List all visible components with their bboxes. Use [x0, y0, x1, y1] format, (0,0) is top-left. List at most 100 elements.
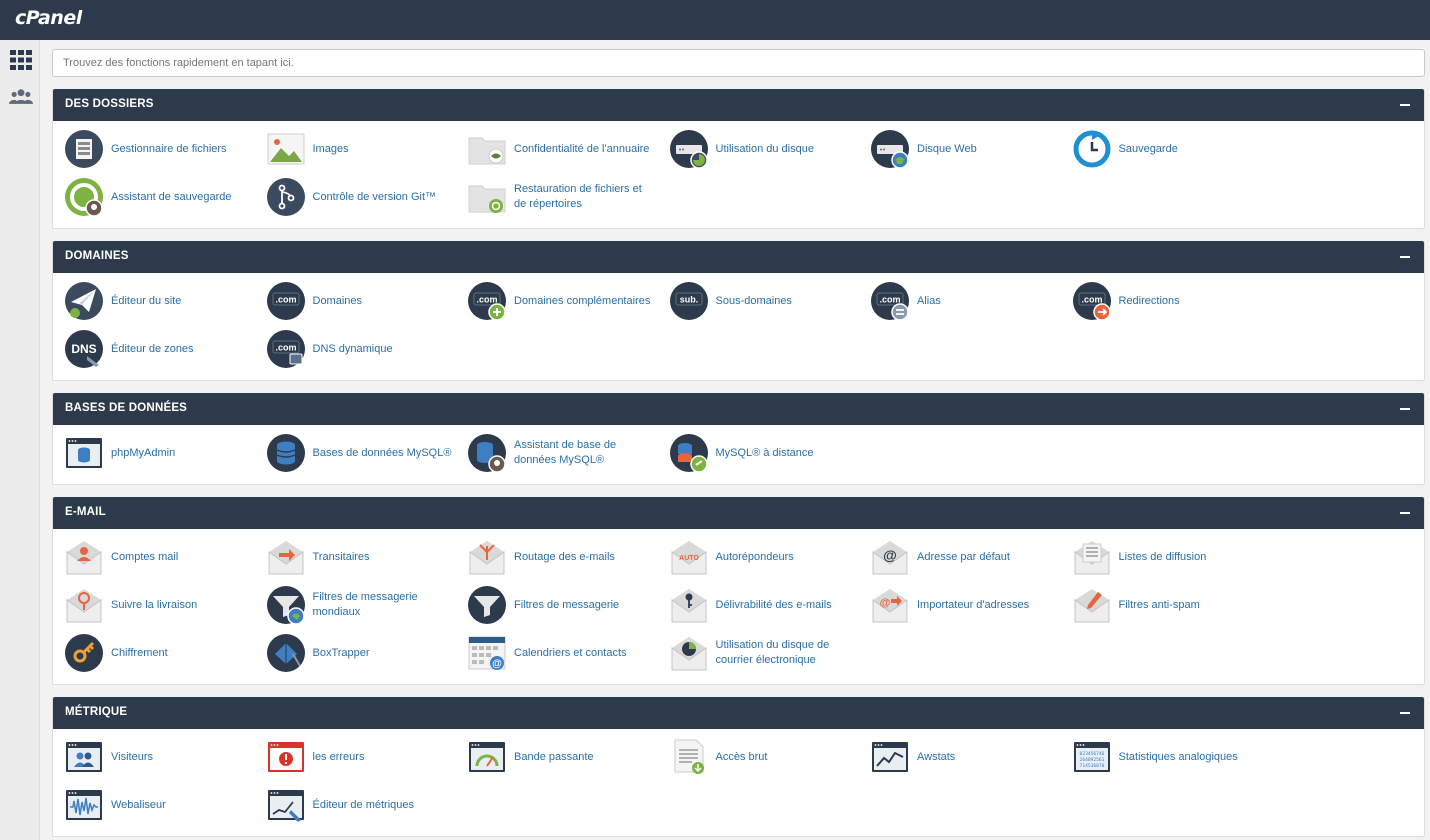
app-item-label: Disque Web — [917, 142, 977, 155]
mailing-lists-icon — [1074, 541, 1109, 575]
app-item-label: Domaines complémentaires — [514, 294, 651, 307]
app-item-label: les erreurs — [312, 750, 365, 763]
app-item-label: Filtres anti-spam — [1118, 598, 1200, 611]
collapse-icon[interactable] — [1400, 712, 1410, 714]
app-item[interactable]: AUTO Autorépondeurs — [658, 537, 858, 577]
app-item-label: BoxTrapper — [312, 646, 370, 659]
app-item[interactable]: Routage des e-mails — [456, 537, 656, 577]
app-item[interactable]: @ Adresse par défaut — [859, 537, 1059, 577]
svg-text:.com: .com — [1081, 295, 1102, 305]
app-item[interactable]: les erreurs — [255, 737, 455, 777]
file-restore-icon — [468, 185, 506, 213]
app-item[interactable]: .com Redirections — [1061, 281, 1261, 321]
disk-usage-icon — [669, 130, 708, 168]
app-item[interactable]: Filtres de messagerie mondiaux — [255, 585, 455, 625]
app-item[interactable]: Chiffrement — [53, 633, 253, 673]
site-publisher-icon — [65, 282, 103, 320]
app-item[interactable]: Confidentialité de l'annuaire — [456, 129, 656, 169]
section-header[interactable]: BASES DE DONNÉES — [53, 393, 1424, 425]
email-disk-usage-icon — [671, 637, 706, 671]
app-item[interactable]: Filtres de messagerie — [456, 585, 656, 625]
svg-text:@: @ — [883, 547, 897, 563]
section-header[interactable]: DES DOSSIERS — [53, 89, 1424, 121]
app-item-label: phpMyAdmin — [111, 446, 176, 459]
app-item[interactable]: Accès brut — [658, 737, 858, 777]
app-item[interactable]: MySQL® à distance — [658, 433, 858, 473]
svg-text:.com: .com — [275, 343, 296, 353]
section-title: DES DOSSIERS — [65, 98, 154, 110]
sidebar — [0, 40, 40, 840]
section-title: E-MAIL — [65, 506, 106, 518]
app-item[interactable]: Images — [255, 129, 455, 169]
app-item[interactable]: Contrôle de version Git™ — [255, 177, 455, 217]
app-item[interactable]: Utilisation du disque de courrier électr… — [658, 633, 858, 673]
app-item[interactable]: DNS Éditeur de zones — [53, 329, 253, 369]
app-item[interactable]: Visiteurs — [53, 737, 253, 777]
app-item[interactable]: Éditeur du site — [53, 281, 253, 321]
dynamic-dns-icon: .com — [266, 330, 305, 368]
app-item[interactable]: Délivrabilité des e-mails — [658, 585, 858, 625]
cpanel-logo[interactable]: cPanel — [15, 7, 82, 29]
app-item[interactable]: Webaliseur — [53, 785, 253, 825]
awstats-icon — [872, 742, 908, 772]
redirects-icon: .com — [1072, 282, 1111, 320]
directory-privacy-icon — [468, 137, 506, 165]
app-item[interactable]: Awstats — [859, 737, 1059, 777]
app-item[interactable]: Transitaires — [255, 537, 455, 577]
collapse-icon[interactable] — [1400, 104, 1410, 106]
app-item-label: Images — [312, 142, 349, 155]
app-item[interactable]: Sauvegarde — [1061, 129, 1261, 169]
app-item[interactable]: Éditeur de métriques — [255, 785, 455, 825]
app-item-label: Webaliseur — [111, 798, 166, 811]
users-icon[interactable] — [9, 85, 33, 109]
app-item[interactable]: .com DNS dynamique — [255, 329, 455, 369]
app-item[interactable]: Bande passante — [456, 737, 656, 777]
backup-wizard-icon — [65, 178, 103, 216]
section-header[interactable]: DOMAINES — [53, 241, 1424, 273]
app-item[interactable]: sub. Sous-domaines — [658, 281, 858, 321]
app-item-label: Éditeur de métriques — [312, 798, 415, 811]
subdomains-icon: sub. — [669, 282, 708, 320]
app-item[interactable]: 023456746 264892561 714536870 Statistiques … — [1061, 737, 1261, 777]
app-item[interactable]: Bases de données MySQL® — [255, 433, 455, 473]
app-item[interactable]: .com Alias — [859, 281, 1059, 321]
collapse-icon[interactable] — [1400, 256, 1410, 258]
app-item-label: Éditeur de zones — [111, 342, 194, 355]
autoresponders-icon: AUTO — [671, 541, 706, 575]
app-item-label: Visiteurs — [111, 750, 153, 763]
app-item[interactable]: Disque Web — [859, 129, 1059, 169]
app-item[interactable]: .com Domaines — [255, 281, 455, 321]
app-item-label: Délivrabilité des e-mails — [715, 598, 832, 611]
app-item[interactable]: Assistant de base de données MySQL® — [456, 433, 656, 473]
search-input[interactable] — [52, 49, 1425, 77]
section-header[interactable]: E-MAIL — [53, 497, 1424, 529]
app-item[interactable]: phpMyAdmin — [53, 433, 253, 473]
app-item[interactable]: Suivre la livraison — [53, 585, 253, 625]
app-item[interactable]: @ Calendriers et contacts — [456, 633, 656, 673]
app-item[interactable]: BoxTrapper — [255, 633, 455, 673]
app-item[interactable]: Filtres anti-spam — [1061, 585, 1261, 625]
collapse-icon[interactable] — [1400, 408, 1410, 410]
app-item-label: Filtres de messagerie mondiaux — [312, 591, 418, 618]
app-item[interactable]: .com Domaines complémentaires — [456, 281, 656, 321]
metrics-editor-icon — [267, 790, 304, 822]
app-item[interactable]: Gestionnaire de fichiers — [53, 129, 253, 169]
app-item[interactable]: Listes de diffusion — [1061, 537, 1261, 577]
app-item[interactable]: @ Importateur d'adresses — [859, 585, 1059, 625]
app-item-label: Importateur d'adresses — [917, 598, 1030, 611]
section-2: DOMAINES Éditeur du site .com Domaines .com D… — [52, 241, 1425, 381]
section-3: BASES DE DONNÉES phpMyAdmin Bases de donné… — [52, 393, 1425, 485]
grid-icon[interactable] — [9, 48, 33, 72]
app-item-label: Autorépondeurs — [715, 550, 794, 563]
app-item[interactable]: Comptes mail — [53, 537, 253, 577]
app-item-label: Sous-domaines — [715, 294, 792, 307]
app-item[interactable]: Assistant de sauvegarde — [53, 177, 253, 217]
svg-text:AUTO: AUTO — [679, 555, 699, 562]
section-title: BASES DE DONNÉES — [65, 402, 188, 414]
section-header[interactable]: MÉTRIQUE — [53, 697, 1424, 729]
collapse-icon[interactable] — [1400, 512, 1410, 514]
spam-filters-icon — [1074, 589, 1109, 623]
app-item[interactable]: Utilisation du disque — [658, 129, 858, 169]
remote-mysql-icon — [669, 434, 708, 472]
app-item[interactable]: Restauration de fichiers et de répertoir… — [456, 177, 656, 217]
